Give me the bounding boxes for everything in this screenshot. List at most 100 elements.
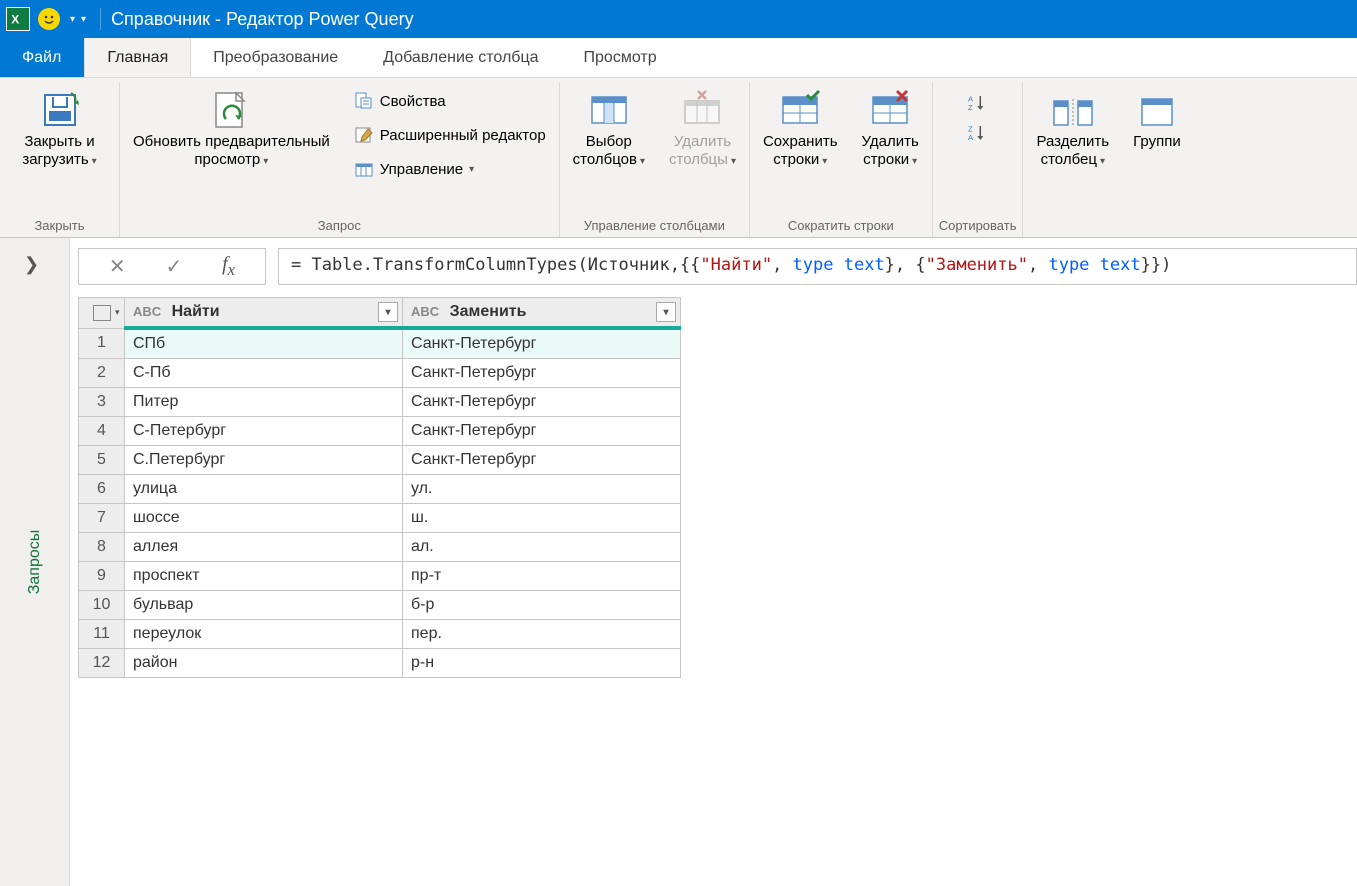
table-row[interactable]: 3ПитерСанкт-Петербург xyxy=(79,388,681,417)
table-row[interactable]: 9проспектпр-т xyxy=(79,562,681,591)
choose-columns-button[interactable]: Выбор столбцов▾ xyxy=(566,86,652,172)
sort-desc-icon: ZA xyxy=(968,123,988,143)
qat-dropdown-icon[interactable]: ▾ xyxy=(70,14,75,25)
column-header-find[interactable]: AВC Найти ▾ xyxy=(125,298,403,329)
table-row[interactable]: 11переулокпер. xyxy=(79,620,681,649)
table-row[interactable]: 4С-ПетербургСанкт-Петербург xyxy=(79,417,681,446)
close-load-icon xyxy=(39,89,81,131)
table-row[interactable]: 5С.ПетербургСанкт-Петербург xyxy=(79,446,681,475)
cell-find[interactable]: Питер xyxy=(125,388,403,417)
fx-icon[interactable]: fx xyxy=(222,253,235,280)
remove-rows-button[interactable]: Удалить строки▾ xyxy=(855,86,926,172)
chevron-down-icon: ▾ xyxy=(640,156,645,167)
group-label-query: Запрос xyxy=(126,215,553,235)
cell-replace[interactable]: ал. xyxy=(403,533,681,562)
cell-replace[interactable]: б-р xyxy=(403,591,681,620)
cell-find[interactable]: бульвар xyxy=(125,591,403,620)
manage-label: Управление xyxy=(380,161,463,178)
sort-asc-button[interactable]: AZ xyxy=(961,90,995,116)
keep-rows-button[interactable]: Сохранить строки▾ xyxy=(756,86,845,172)
table-row[interactable]: 7шоссеш. xyxy=(79,504,681,533)
group-by-button[interactable]: Группи xyxy=(1126,86,1188,154)
table-row[interactable]: 1СПбСанкт-Петербург xyxy=(79,328,681,359)
excel-icon: X xyxy=(6,7,30,31)
row-number[interactable]: 10 xyxy=(79,591,125,620)
table-row[interactable]: 12районр-н xyxy=(79,649,681,678)
cell-find[interactable]: СПб xyxy=(125,328,403,359)
properties-icon xyxy=(354,91,374,111)
cell-find[interactable]: улица xyxy=(125,475,403,504)
sort-desc-button[interactable]: ZA xyxy=(961,120,995,146)
cancel-formula-icon[interactable]: ✕ xyxy=(109,254,126,279)
row-number[interactable]: 6 xyxy=(79,475,125,504)
cell-replace[interactable]: ш. xyxy=(403,504,681,533)
cell-find[interactable]: С.Петербург xyxy=(125,446,403,475)
row-number[interactable]: 12 xyxy=(79,649,125,678)
tab-file[interactable]: Файл xyxy=(0,38,84,77)
properties-button[interactable]: Свойства xyxy=(347,88,553,114)
table-row[interactable]: 10бульварб-р xyxy=(79,591,681,620)
ribbon-group-columns: Выбор столбцов▾ Удалить столбцы▾ Управле… xyxy=(560,82,750,237)
content-area: ✕ ✓ fx = Table.TransformColumnTypes(Исто… xyxy=(70,238,1357,886)
cell-find[interactable]: аллея xyxy=(125,533,403,562)
row-number[interactable]: 4 xyxy=(79,417,125,446)
cell-replace[interactable]: р-н xyxy=(403,649,681,678)
refresh-preview-button[interactable]: Обновить предварительный просмотр▾ xyxy=(126,86,337,172)
qat-customize-icon[interactable]: ▾ xyxy=(81,14,86,25)
cell-replace[interactable]: Санкт-Петербург xyxy=(403,328,681,359)
row-number[interactable]: 8 xyxy=(79,533,125,562)
cell-replace[interactable]: пр-т xyxy=(403,562,681,591)
row-number[interactable]: 11 xyxy=(79,620,125,649)
table-row[interactable]: 6улицаул. xyxy=(79,475,681,504)
tab-home[interactable]: Главная xyxy=(84,38,191,77)
tab-view[interactable]: Просмотр xyxy=(562,38,680,77)
row-number[interactable]: 9 xyxy=(79,562,125,591)
table-row[interactable]: 2С-ПбСанкт-Петербург xyxy=(79,359,681,388)
column-filter-icon[interactable]: ▾ xyxy=(656,302,676,322)
cell-find[interactable]: С-Петербург xyxy=(125,417,403,446)
cell-replace[interactable]: Санкт-Петербург xyxy=(403,446,681,475)
advanced-editor-button[interactable]: Расширенный редактор xyxy=(347,122,553,148)
tab-add-column[interactable]: Добавление столбца xyxy=(361,38,561,77)
group-by-icon xyxy=(1136,89,1178,131)
cell-replace[interactable]: Санкт-Петербург xyxy=(403,388,681,417)
row-number[interactable]: 2 xyxy=(79,359,125,388)
chevron-down-icon: ▾ xyxy=(469,164,474,175)
svg-text:A: A xyxy=(968,94,974,103)
split-column-icon xyxy=(1052,89,1094,131)
cell-find[interactable]: С-Пб xyxy=(125,359,403,388)
properties-label: Свойства xyxy=(380,93,446,110)
row-number[interactable]: 1 xyxy=(79,328,125,359)
cell-replace[interactable]: Санкт-Петербург xyxy=(403,359,681,388)
cell-replace[interactable]: Санкт-Петербург xyxy=(403,417,681,446)
table-row[interactable]: 8аллеяал. xyxy=(79,533,681,562)
formula-input[interactable]: = Table.TransformColumnTypes(Источник,{{… xyxy=(278,248,1357,285)
tab-transform[interactable]: Преобразование xyxy=(191,38,361,77)
row-number[interactable]: 3 xyxy=(79,388,125,417)
split-column-button[interactable]: Разделить столбец▾ xyxy=(1029,86,1116,172)
remove-columns-button[interactable]: Удалить столбцы▾ xyxy=(662,86,743,172)
cell-replace[interactable]: пер. xyxy=(403,620,681,649)
cell-find[interactable]: переулок xyxy=(125,620,403,649)
column-filter-icon[interactable]: ▾ xyxy=(378,302,398,322)
cell-replace[interactable]: ул. xyxy=(403,475,681,504)
table-corner[interactable]: ▾ xyxy=(79,298,125,329)
close-and-load-button[interactable]: Закрыть и загрузить▾ xyxy=(15,86,103,172)
titlebar: X ▾ ▾ Справочник - Редактор Power Query xyxy=(0,0,1357,38)
ribbon-tabs: Файл Главная Преобразование Добавление с… xyxy=(0,38,1357,78)
refresh-icon xyxy=(210,89,252,131)
column-header-replace[interactable]: AВC Заменить ▾ xyxy=(403,298,681,329)
choose-columns-icon xyxy=(588,89,630,131)
svg-text:A: A xyxy=(968,133,974,142)
cell-find[interactable]: район xyxy=(125,649,403,678)
smiley-icon[interactable] xyxy=(38,8,60,30)
manage-button[interactable]: Управление ▾ xyxy=(347,156,553,182)
cell-find[interactable]: проспект xyxy=(125,562,403,591)
row-number[interactable]: 7 xyxy=(79,504,125,533)
svg-text:Z: Z xyxy=(968,103,973,112)
accept-formula-icon[interactable]: ✓ xyxy=(166,254,183,279)
queries-panel-collapsed[interactable]: ❯ Запросы xyxy=(0,238,70,886)
row-number[interactable]: 5 xyxy=(79,446,125,475)
formula-bar: ✕ ✓ fx = Table.TransformColumnTypes(Исто… xyxy=(78,248,1357,285)
cell-find[interactable]: шоссе xyxy=(125,504,403,533)
